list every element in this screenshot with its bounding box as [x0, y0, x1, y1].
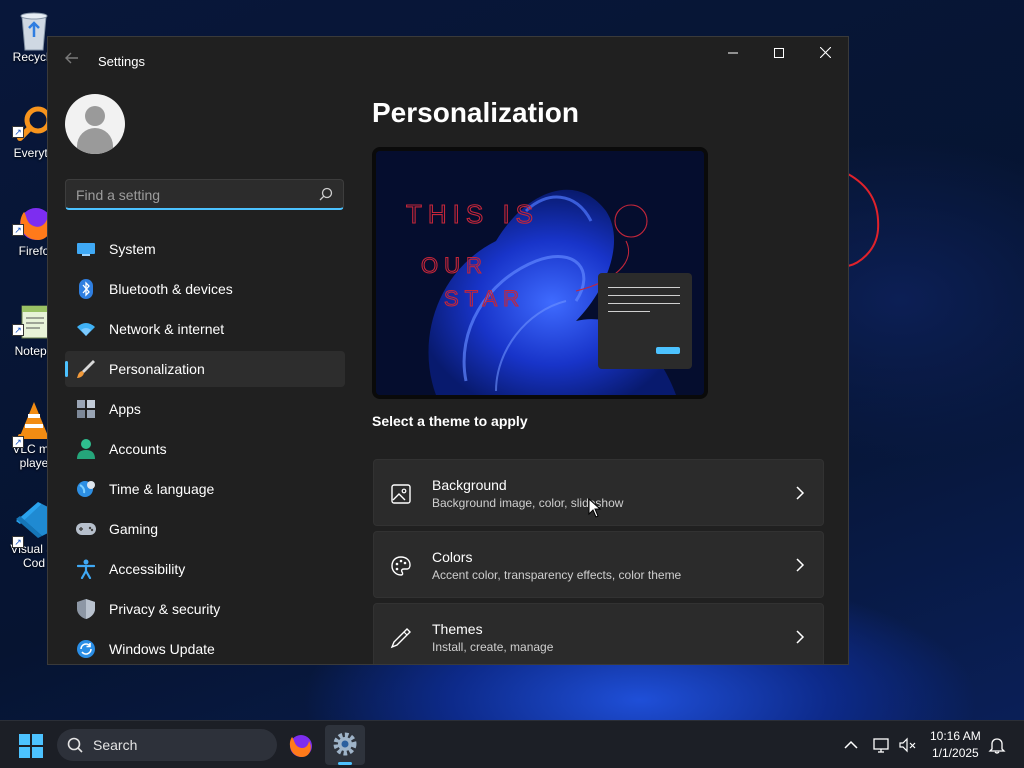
nav-label: Bluetooth & devices	[109, 281, 233, 297]
volume-muted-icon[interactable]	[897, 735, 917, 755]
update-icon	[76, 639, 96, 659]
taskbar-settings-button[interactable]	[325, 725, 365, 765]
pen-icon	[390, 628, 411, 649]
settings-search-input[interactable]	[76, 185, 306, 205]
nav-label: System	[109, 241, 156, 257]
taskbar-firefox-button[interactable]	[281, 725, 321, 765]
window-title: Settings	[98, 54, 145, 69]
preview-sample-window	[598, 273, 692, 369]
clock-time[interactable]: 10:16 AM	[930, 729, 990, 743]
brush-icon	[76, 359, 96, 379]
maximize-icon	[774, 48, 784, 58]
search-icon[interactable]	[319, 187, 333, 201]
nav-item-accounts[interactable]: Accounts	[65, 431, 345, 467]
chevron-right-icon	[796, 558, 805, 572]
notification-bell-icon[interactable]	[987, 735, 1007, 755]
nav-label: Gaming	[109, 521, 159, 537]
nav-item-gaming[interactable]: Gaming	[65, 511, 345, 547]
nav-item-personalization[interactable]: Personalization	[65, 351, 345, 387]
chevron-right-icon	[796, 486, 805, 500]
title-bar[interactable]: Settings	[48, 37, 848, 85]
nav-item-time-language[interactable]: Time & language	[65, 471, 345, 507]
preview-accent-button	[656, 347, 680, 354]
nav-label: Accessibility	[109, 561, 186, 577]
nav-item-apps[interactable]: Apps	[65, 391, 345, 427]
svg-text:THIS IS: THIS IS	[406, 199, 539, 229]
settings-window: Settings System	[47, 36, 849, 665]
accounts-icon	[76, 439, 96, 459]
search-icon	[67, 737, 83, 753]
theme-preview: THIS IS OUR STAR	[372, 147, 708, 399]
nav-item-bluetooth[interactable]: Bluetooth & devices	[65, 271, 345, 307]
palette-icon	[391, 556, 411, 576]
back-arrow-icon	[65, 52, 78, 64]
back-button[interactable]	[62, 51, 82, 71]
nav-item-system[interactable]: System	[65, 231, 345, 267]
mouse-cursor-icon	[588, 498, 602, 518]
svg-text:OUR: OUR	[421, 253, 488, 278]
shortcut-arrow-icon: ↗	[12, 324, 24, 336]
apps-icon	[76, 399, 96, 419]
shortcut-arrow-icon: ↗	[12, 126, 24, 138]
gamepad-icon	[76, 519, 96, 539]
page-title: Personalization	[372, 97, 579, 128]
nav-label: Network & internet	[109, 321, 225, 337]
image-icon	[391, 484, 411, 504]
card-title: Themes	[432, 621, 483, 637]
user-avatar[interactable]	[65, 94, 125, 154]
minimize-button[interactable]	[710, 37, 756, 69]
theme-section-heading: Select a theme to apply	[372, 413, 528, 429]
chevron-up-icon[interactable]	[841, 735, 861, 755]
avatar-body	[77, 128, 113, 154]
shortcut-arrow-icon: ↗	[12, 436, 24, 448]
active-app-indicator	[338, 762, 352, 765]
nav-item-accessibility[interactable]: Accessibility	[65, 551, 345, 587]
settings-nav: System Bluetooth & devices Network & int…	[65, 231, 345, 664]
shortcut-arrow-icon: ↗	[12, 224, 24, 236]
card-subtitle: Accent color, transparency effects, colo…	[432, 568, 682, 582]
close-button[interactable]	[802, 37, 848, 69]
red-scribble-annotation	[847, 173, 880, 267]
network-icon[interactable]	[871, 735, 891, 755]
taskbar-search-label: Search	[93, 737, 138, 753]
start-button[interactable]	[18, 733, 44, 759]
nav-label: Time & language	[109, 481, 215, 497]
taskbar-search-box[interactable]: Search	[57, 729, 277, 761]
system-icon	[76, 239, 96, 259]
nav-label: Accounts	[109, 441, 167, 457]
maximize-button[interactable]	[756, 37, 802, 69]
nav-item-network[interactable]: Network & internet	[65, 311, 345, 347]
minimize-icon	[728, 52, 738, 54]
themes-settings-card[interactable]: Themes Install, create, manage	[373, 603, 824, 664]
taskbar: Search 10:16 AM 1/1/2025	[0, 720, 1024, 768]
card-subtitle: Install, create, manage	[432, 640, 554, 654]
nav-label: Windows Update	[109, 641, 215, 657]
chevron-right-icon	[796, 630, 805, 644]
nav-label: Apps	[109, 401, 141, 417]
wifi-icon	[76, 319, 96, 339]
card-title: Background	[432, 477, 507, 493]
gear-icon	[333, 732, 357, 756]
card-title: Colors	[432, 549, 473, 565]
settings-search-box[interactable]	[65, 179, 344, 210]
accessibility-icon	[76, 559, 96, 579]
clock-date[interactable]: 1/1/2025	[932, 746, 992, 760]
nav-label: Personalization	[109, 361, 205, 377]
nav-item-windows-update[interactable]: Windows Update	[65, 631, 345, 664]
nav-label: Privacy & security	[109, 601, 221, 617]
avatar-head	[85, 106, 105, 126]
globe-clock-icon	[76, 479, 96, 499]
firefox-icon	[289, 735, 312, 757]
bluetooth-icon	[76, 279, 96, 299]
svg-text:STAR: STAR	[444, 286, 525, 311]
shortcut-arrow-icon: ↗	[12, 536, 24, 548]
nav-item-privacy-security[interactable]: Privacy & security	[65, 591, 345, 627]
close-icon	[819, 46, 831, 59]
shield-icon	[76, 599, 96, 619]
colors-settings-card[interactable]: Colors Accent color, transparency effect…	[373, 531, 824, 598]
